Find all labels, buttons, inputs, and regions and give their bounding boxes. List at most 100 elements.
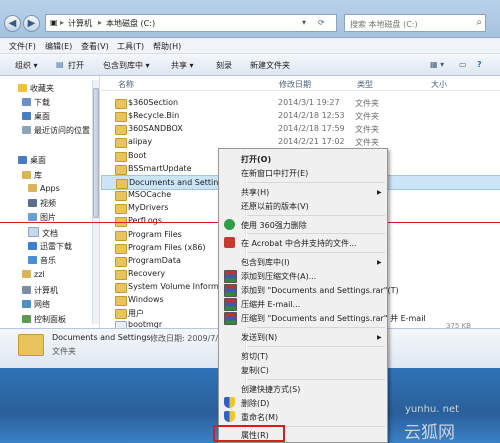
file-name: $Recycle.Bin	[128, 111, 180, 120]
search-box[interactable]: ⌕	[344, 14, 486, 32]
breadcrumb-computer[interactable]: 计算机	[68, 18, 92, 29]
file-icon	[115, 321, 127, 328]
watermark-url: yunhu. net	[405, 404, 460, 415]
nav-favorites[interactable]: 收藏夹	[18, 83, 54, 94]
nav-pictures-label: 图片	[40, 213, 56, 222]
back-button[interactable]: ◀	[4, 15, 21, 32]
burn-button[interactable]: 刻录	[216, 60, 232, 71]
forward-button[interactable]: ▶	[23, 15, 40, 32]
menu-cut[interactable]: 剪切(T)	[241, 351, 268, 362]
share-button[interactable]: 共享 ▾	[171, 60, 194, 71]
file-name: System Volume Informat	[128, 282, 227, 291]
menu-open[interactable]: 打开(O)	[241, 154, 271, 165]
nav-videos[interactable]: 视频	[28, 198, 56, 209]
folder-icon	[115, 112, 127, 122]
nav-scrollbar-thumb[interactable]	[93, 88, 99, 218]
column-name[interactable]: 名称	[118, 79, 134, 90]
menu-separator	[247, 215, 385, 216]
nav-downloads[interactable]: 下载	[22, 97, 50, 108]
file-row[interactable]: $360Section 2014/3/1 19:27 文件夹	[101, 96, 500, 109]
nav-libraries[interactable]: 库	[22, 170, 42, 181]
refresh-icon[interactable]: ⟳	[318, 18, 325, 27]
menu-send-to[interactable]: 发送到(N)	[241, 332, 277, 343]
menu-help[interactable]: 帮助(H)	[153, 41, 181, 52]
menu-file[interactable]: 文件(F)	[9, 41, 36, 52]
nav-recent[interactable]: 最近访问的位置	[22, 125, 90, 136]
nav-apps[interactable]: Apps	[28, 184, 60, 193]
menu-360-delete[interactable]: 使用 360强力删除	[241, 220, 307, 231]
folder-icon	[115, 99, 127, 109]
menu-delete[interactable]: 删除(D)	[241, 398, 269, 409]
menu-compress-rar-email[interactable]: 压缩到 "Documents and Settings.rar" 并 E-mai…	[241, 313, 426, 324]
nav-network[interactable]: 网络	[22, 299, 50, 310]
folder-icon	[115, 125, 127, 135]
menu-edit[interactable]: 编辑(E)	[45, 41, 72, 52]
file-name: Boot	[128, 151, 147, 160]
video-icon	[28, 199, 37, 207]
nav-computer[interactable]: 计算机	[22, 285, 58, 296]
nav-desktop[interactable]: 桌面	[22, 111, 50, 122]
recent-places-icon	[22, 126, 31, 134]
menu-share[interactable]: 共享(H)	[241, 187, 269, 198]
file-name: $360Section	[128, 98, 179, 107]
star-icon	[18, 84, 27, 92]
dropdown-icon[interactable]: ▾	[302, 18, 306, 27]
nav-user-label: zzl	[34, 270, 45, 279]
organize-button[interactable]: 组织 ▾	[15, 60, 38, 71]
menu-acrobat-combine[interactable]: 在 Acrobat 中合并支持的文件...	[241, 238, 357, 249]
context-menu: 打开(O) 在新窗口中打开(E) 共享(H) ▶ 还原以前的版本(V) 使用 3…	[218, 148, 426, 443]
menu-add-archive[interactable]: 添加到压缩文件(A)...	[241, 271, 316, 282]
nav-xunlei-label: 迅雷下载	[40, 242, 72, 251]
menu-view[interactable]: 查看(V)	[81, 41, 109, 52]
column-date[interactable]: 修改日期	[279, 79, 311, 90]
menu-open-new-window[interactable]: 在新窗口中打开(E)	[241, 168, 308, 179]
control-panel-icon	[22, 315, 31, 323]
file-name: MSOCache	[128, 190, 172, 199]
new-folder-button[interactable]: 新建文件夹	[250, 60, 290, 71]
help-icon[interactable]: ?	[477, 60, 482, 69]
menu-include-library[interactable]: 包含到库中(I)	[241, 257, 290, 268]
open-button[interactable]: 打开	[68, 60, 84, 71]
folder-icon	[115, 138, 127, 148]
share-label: 共享	[171, 61, 187, 70]
nav-control-panel-label: 控制面板	[34, 315, 66, 324]
menu-restore-versions[interactable]: 还原以前的版本(V)	[241, 201, 309, 212]
winrar-icon	[224, 270, 237, 283]
menu-separator	[247, 252, 385, 253]
column-type[interactable]: 类型	[357, 79, 373, 90]
folder-icon	[115, 152, 127, 162]
nav-desktop-root[interactable]: 桌面	[18, 155, 46, 166]
nav-documents[interactable]: 文档	[28, 227, 58, 239]
file-type: 文件夹	[355, 125, 379, 134]
window-title-bar: ◀ ▶ ▣ ▸ 计算机 ▸ 本地磁盘 (C:) ▾ ⟳ ⌕	[0, 0, 500, 38]
breadcrumb-local-disk[interactable]: 本地磁盘 (C:)	[106, 18, 155, 29]
menu-rename[interactable]: 重命名(M)	[241, 412, 278, 423]
nav-music[interactable]: 音乐	[28, 255, 56, 266]
nav-downloads-label: 下载	[34, 98, 50, 107]
nav-xunlei[interactable]: 迅雷下载	[28, 241, 72, 252]
menu-separator	[247, 233, 385, 234]
folder-icon	[115, 270, 127, 280]
view-options-icon[interactable]: ▦ ▾	[430, 60, 444, 69]
file-row[interactable]: alipay 2014/2/21 17:02 文件夹	[101, 135, 500, 148]
desktop-icon	[22, 112, 31, 120]
file-type: 文件夹	[355, 112, 379, 121]
search-input[interactable]	[348, 16, 476, 32]
menu-compress-email[interactable]: 压缩并 E-mail...	[241, 299, 300, 310]
preview-pane-icon[interactable]: ▭	[459, 60, 467, 69]
menu-add-rar[interactable]: 添加到 "Documents and Settings.rar"(T)	[241, 285, 399, 296]
column-size[interactable]: 大小	[431, 79, 447, 90]
shield-icon	[224, 397, 235, 408]
file-row[interactable]: 360SANDBOX 2014/2/18 17:59 文件夹	[101, 122, 500, 135]
nav-videos-label: 视频	[40, 199, 56, 208]
menu-copy[interactable]: 复制(C)	[241, 365, 269, 376]
file-row[interactable]: $Recycle.Bin 2014/2/18 12:53 文件夹	[101, 109, 500, 122]
nav-control-panel[interactable]: 控制面板	[22, 314, 66, 325]
include-library-button[interactable]: 包含到库中 ▾	[103, 60, 150, 71]
menu-create-shortcut[interactable]: 创建快捷方式(S)	[241, 384, 300, 395]
address-bar[interactable]: ▣ ▸ 计算机 ▸ 本地磁盘 (C:) ▾ ⟳	[45, 14, 337, 32]
nav-user[interactable]: zzl	[22, 270, 45, 279]
details-modified: 修改日期: 2009/7/1	[150, 334, 224, 343]
menu-tools[interactable]: 工具(T)	[117, 41, 144, 52]
details-size: 375 KB	[446, 322, 471, 330]
